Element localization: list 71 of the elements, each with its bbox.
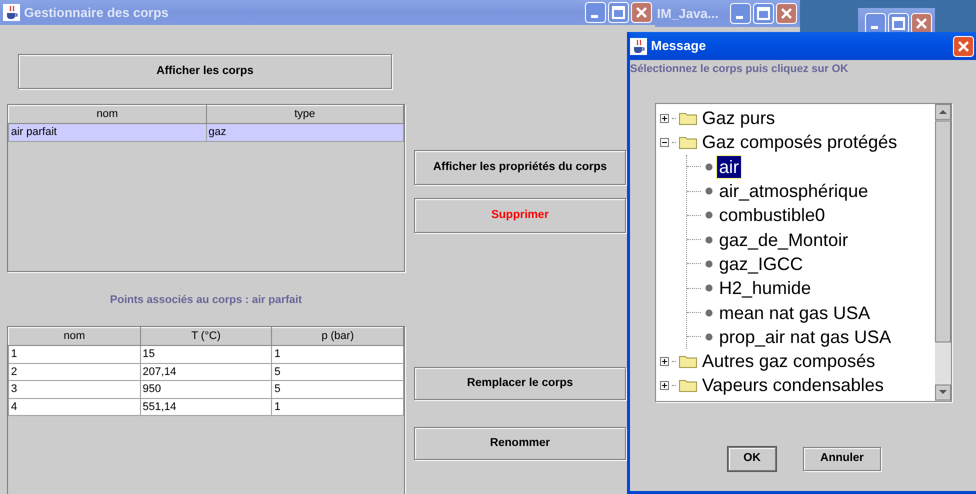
leaf-icon [704,283,714,294]
table-cell[interactable]: gaz [206,124,404,141]
expand-icon[interactable] [660,356,669,366]
prompt-text: Sélectionnez le corps puis cliquez sur OK [630,62,850,76]
minimize-button[interactable] [865,12,886,34]
column-header[interactable]: p (bar) [272,328,404,346]
table-cell[interactable]: 207,14 [140,363,272,380]
leaf-icon [704,210,714,220]
collapse-icon[interactable] [660,138,669,147]
action-button[interactable]: Afficher les propriétés du corps [414,150,626,185]
folder-icon [679,378,697,392]
tree-item[interactable]: Autres gaz composés [700,350,878,372]
table-cell[interactable]: 2 [8,363,140,380]
action-button[interactable]: Renommer [414,427,626,460]
maximize-button[interactable] [753,3,774,24]
tree-item[interactable]: H2_humide [717,277,814,300]
close-button[interactable] [776,3,797,24]
tree-item[interactable]: Gaz purs [700,107,778,130]
table-cell[interactable]: 950 [140,380,272,398]
action-button[interactable]: Remplacer le corps [414,367,626,400]
column-header[interactable]: nom [8,106,206,124]
folder-icon [679,354,697,368]
show-bodies-button[interactable]: Afficher les corps [18,54,392,89]
table-cell[interactable]: 1 [272,398,404,416]
tree-item[interactable]: prop_air nat gas USA [717,326,894,348]
window-title: IM_Java... [657,4,718,23]
ok-button[interactable]: OK [728,447,776,471]
app-icon [3,4,20,21]
tree-item[interactable]: air_atmosphérique [717,180,870,202]
tree-item[interactable]: gaz_IGCC [717,252,806,275]
table-cell[interactable]: 551,14 [140,398,272,416]
points-label: Points associés au corps : air parfait [109,293,303,308]
table-cell[interactable]: 5 [272,380,404,398]
maximize-button[interactable] [608,2,629,23]
column-header[interactable]: nom [8,328,140,346]
column-header[interactable]: T (°C) [140,328,272,346]
column-header[interactable]: type [206,106,404,124]
leaf-icon [704,332,714,342]
tree-item[interactable]: mean nat gas USA [717,302,872,324]
leaf-icon [704,308,714,318]
folder-icon [679,135,697,150]
tree-item[interactable]: air [717,156,742,178]
tree-item[interactable]: Gaz composés protégés [700,131,900,154]
table-cell[interactable]: 5 [272,363,404,380]
table-cell[interactable]: 15 [140,346,272,363]
tree-item[interactable]: gaz_de_Montoir [717,228,850,251]
window-title: Gestionnaire des corps [24,4,168,22]
expand-icon[interactable] [660,114,669,123]
leaf-icon [704,258,714,269]
expand-icon[interactable] [660,380,669,390]
tree-item[interactable]: combustible0 [717,204,828,226]
close-button[interactable] [631,2,652,23]
leaf-icon [704,234,714,245]
folder-icon [679,111,697,126]
leaf-icon [704,186,714,196]
cancel-button[interactable]: Annuler [803,447,881,471]
tree-item[interactable]: Vapeurs condensables [700,374,886,396]
minimize-button[interactable] [730,3,751,24]
dialog-title: Message [651,37,706,56]
table-cell[interactable]: 1 [8,346,140,363]
app-icon [630,38,647,54]
minimize-button[interactable] [585,2,606,23]
scrollbar[interactable] [935,104,951,401]
table-cell[interactable]: 3 [8,380,140,398]
table-cell[interactable]: 1 [272,346,404,363]
maximize-button[interactable] [888,12,909,34]
leaf-icon [704,162,714,172]
close-button[interactable] [953,36,974,56]
close-button[interactable] [911,12,932,34]
table-cell[interactable]: 4 [8,398,140,416]
table-cell[interactable]: air parfait [8,124,206,141]
